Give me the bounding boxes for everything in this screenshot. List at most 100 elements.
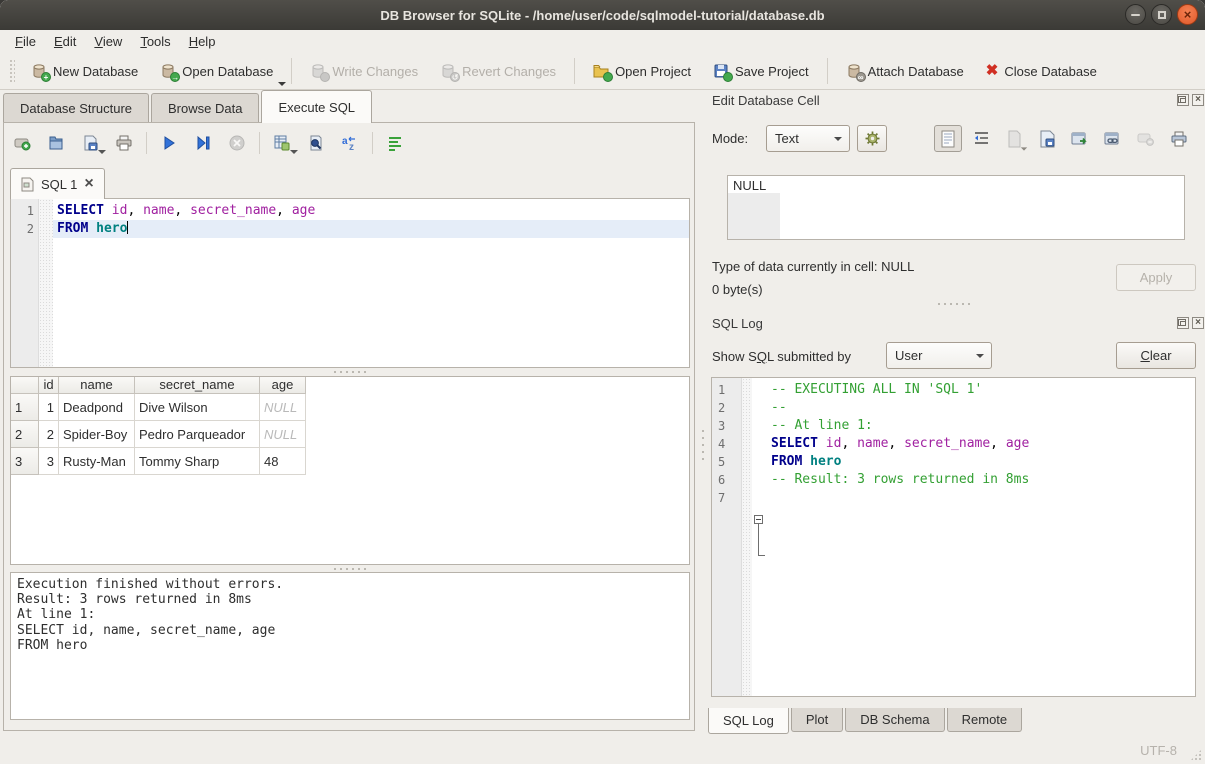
float-dock-button[interactable]	[1177, 94, 1189, 106]
cell-age[interactable]: 48	[260, 448, 306, 475]
window-title: DB Browser for SQLite - /home/user/code/…	[380, 8, 824, 23]
cell-secret-name[interactable]: Tommy Sharp	[135, 448, 260, 475]
menu-edit[interactable]: Edit	[45, 32, 85, 51]
open-project-button[interactable]: Open Project	[582, 54, 702, 88]
sql-log-filter-select[interactable]: User	[886, 342, 992, 369]
window-controls: ×	[1125, 4, 1198, 25]
menu-tools[interactable]: Tools	[131, 32, 179, 51]
encoding-indicator: UTF-8	[1140, 743, 1177, 758]
close-icon: ×	[1195, 95, 1201, 105]
column-header[interactable]: name	[59, 377, 135, 394]
cell-name[interactable]: Deadpond	[59, 394, 135, 421]
execute-all-button[interactable]	[157, 131, 181, 155]
revert-changes-icon: ↺	[440, 63, 456, 79]
export-cell-data-button[interactable]	[1033, 125, 1061, 152]
tab-browse-data[interactable]: Browse Data	[151, 93, 259, 123]
print-cell-button[interactable]	[1165, 125, 1193, 152]
cell-editor[interactable]: NULL	[727, 175, 1185, 240]
cell-name[interactable]: Rusty-Man	[59, 448, 135, 475]
new-sql-tab-button[interactable]	[10, 131, 34, 155]
tab-db-schema[interactable]: DB Schema	[845, 708, 944, 732]
edit-cell-dock-title: Edit Database Cell	[712, 93, 820, 108]
maximize-button[interactable]	[1151, 4, 1172, 25]
cell-secret-name[interactable]: Dive Wilson	[135, 394, 260, 421]
cell-name[interactable]: Spider-Boy	[59, 421, 135, 448]
row-header[interactable]: 1	[11, 394, 39, 421]
close-tab-icon[interactable]: ×	[84, 177, 93, 191]
cell-settings-button[interactable]	[857, 125, 887, 152]
save-project-button[interactable]: Save Project	[702, 54, 820, 88]
open-in-external-button[interactable]	[1066, 125, 1094, 152]
menu-view[interactable]: View	[85, 32, 131, 51]
close-dock-button[interactable]: ×	[1192, 317, 1204, 329]
column-header[interactable]: id	[39, 377, 59, 394]
text-mode-button[interactable]	[934, 125, 962, 152]
tab-execute-sql[interactable]: Execute SQL	[261, 90, 372, 123]
execution-message-panel[interactable]: Execution finished without errors. Resul…	[10, 572, 690, 720]
copy-link-button[interactable]	[1099, 125, 1127, 152]
cell-secret-name[interactable]: Pedro Parqueador	[135, 421, 260, 448]
column-header[interactable]: age	[260, 377, 306, 394]
plus-badge-icon: +	[41, 72, 51, 82]
minimize-button[interactable]	[1125, 4, 1146, 25]
tab-remote[interactable]: Remote	[947, 708, 1023, 732]
sql-log-view[interactable]: 1 -- EXECUTING ALL IN 'SQL 1' 2 -- 3 -- …	[711, 377, 1196, 697]
write-changes-button: Write Changes	[299, 54, 429, 88]
print-button[interactable]	[112, 131, 136, 155]
menu-help[interactable]: Help	[180, 32, 225, 51]
tab-sql-log[interactable]: SQL Log	[708, 708, 789, 734]
tab-database-structure[interactable]: Database Structure	[3, 93, 149, 123]
close-dock-button[interactable]: ×	[1192, 94, 1204, 106]
log-line: 6 -- Result: 3 rows returned in 8ms	[712, 471, 1195, 489]
open-database-button[interactable]: → Open Database	[149, 54, 284, 88]
row-header[interactable]: 2	[11, 421, 39, 448]
minimize-icon	[1131, 14, 1140, 16]
open-sql-file-button[interactable]	[44, 131, 68, 155]
close-database-button[interactable]: ✖ Close Database	[975, 54, 1108, 88]
stop-icon	[228, 134, 246, 152]
menu-file[interactable]: File	[6, 32, 45, 51]
sql-editor[interactable]: 1 SELECT id, name, secret_name, age 2 FR…	[10, 198, 690, 368]
log-line: 1 -- EXECUTING ALL IN 'SQL 1'	[712, 381, 1195, 399]
cell-id[interactable]: 2	[39, 421, 59, 448]
float-dock-button[interactable]	[1177, 317, 1189, 329]
message-line: Execution finished without errors.	[17, 577, 683, 592]
pane-splitter[interactable]	[700, 430, 706, 474]
sql-line: 1 SELECT id, name, secret_name, age	[11, 202, 689, 220]
toolbar-separator	[372, 132, 373, 154]
results-table[interactable]: id name secret_name age 1 1 Deadpond Div…	[10, 376, 690, 565]
find-icon	[307, 134, 325, 152]
attach-database-button[interactable]: ∞ Attach Database	[835, 54, 975, 88]
new-database-button[interactable]: + New Database	[20, 54, 149, 88]
resize-grip[interactable]	[1190, 749, 1202, 761]
import-icon	[1006, 130, 1022, 148]
text-document-icon	[940, 130, 956, 148]
cell-age[interactable]: NULL	[260, 421, 306, 448]
word-wrap-cell-button[interactable]	[967, 125, 995, 152]
mode-select[interactable]: Text	[766, 125, 850, 152]
save-results-button[interactable]	[270, 131, 294, 155]
row-header[interactable]: 3	[11, 448, 39, 475]
clear-log-button[interactable]: Clear	[1116, 342, 1196, 369]
editor-results-splitter[interactable]	[10, 369, 690, 375]
sql-document-tab[interactable]: SQL 1 ×	[10, 168, 105, 199]
cell-age[interactable]: NULL	[260, 394, 306, 421]
format-sql-button[interactable]: az	[338, 131, 362, 155]
toolbar-separator	[146, 132, 147, 154]
close-button[interactable]: ×	[1177, 4, 1198, 25]
execute-line-button[interactable]	[191, 131, 215, 155]
word-wrap-button[interactable]	[383, 131, 407, 155]
toolbar-drag-handle[interactable]	[9, 59, 15, 83]
find-replace-button[interactable]	[304, 131, 328, 155]
cell-value: NULL	[733, 178, 766, 193]
revert-changes-button: ↺ Revert Changes	[429, 54, 567, 88]
cell-id[interactable]: 3	[39, 448, 59, 475]
float-icon	[1180, 98, 1186, 103]
cell-id[interactable]: 1	[39, 394, 59, 421]
tab-plot[interactable]: Plot	[791, 708, 843, 732]
dock-splitter[interactable]	[711, 301, 1196, 307]
column-header[interactable]: secret_name	[135, 377, 260, 394]
save-sql-file-button[interactable]	[78, 131, 102, 155]
open-project-icon	[593, 63, 609, 79]
titlebar[interactable]: DB Browser for SQLite - /home/user/code/…	[0, 0, 1205, 30]
